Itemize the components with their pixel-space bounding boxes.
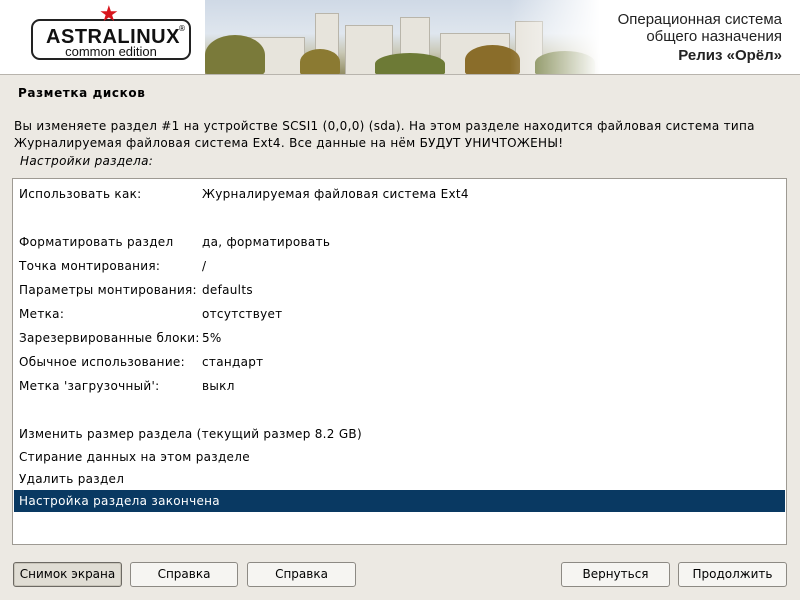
- list-item-bootable-flag[interactable]: Метка 'загрузочный': выкл: [14, 375, 785, 397]
- help-button[interactable]: Справка: [130, 562, 238, 587]
- list-item-mount-options[interactable]: Параметры монтирования: defaults: [14, 279, 785, 301]
- list-item-delete-partition[interactable]: Удалить раздел: [14, 468, 785, 490]
- page-title: Разметка дисков: [18, 86, 146, 100]
- list-item-label: Стирание данных на этом разделе: [19, 450, 250, 464]
- header-banner: ASTRALINUX ® common edition ★ Операционн…: [0, 0, 800, 75]
- list-item-value: Журналируемая файловая система Ext4: [202, 187, 469, 201]
- back-button[interactable]: Вернуться: [561, 562, 670, 587]
- list-item-label: Параметры монтирования:: [19, 283, 197, 297]
- description: Вы изменяете раздел #1 на устройстве SCS…: [14, 118, 789, 152]
- list-item-value: да, форматировать: [202, 235, 331, 249]
- list-item-reserved-blocks[interactable]: Зарезервированные блоки: 5%: [14, 327, 785, 349]
- list-item-mount-point[interactable]: Точка монтирования: /: [14, 255, 785, 277]
- list-item-label: Настройка раздела закончена: [19, 494, 220, 508]
- list-item-label: Обычное использование:: [19, 355, 185, 369]
- description-line-1: Вы изменяете раздел #1 на устройстве SCS…: [14, 119, 755, 133]
- list-item-label: Форматировать раздел: [19, 235, 174, 249]
- list-item-label: Использовать как:: [19, 187, 142, 201]
- screenshot-button[interactable]: Снимок экрана: [13, 562, 122, 587]
- logo-registered-mark: ®: [178, 24, 186, 33]
- release-info: Операционная система общего назначения Р…: [618, 11, 782, 64]
- list-item-label: Изменить размер раздела (текущий размер …: [19, 427, 362, 441]
- list-item-use-as[interactable]: Использовать как: Журналируемая файловая …: [14, 183, 785, 205]
- astralinux-logo: ASTRALINUX ® common edition ★: [0, 0, 205, 74]
- os-name-line1: Операционная система: [617, 11, 782, 28]
- help-button-secondary[interactable]: Справка: [247, 562, 356, 587]
- list-item-label: Удалить раздел: [19, 472, 125, 486]
- list-item-format[interactable]: Форматировать раздел да, форматировать: [14, 231, 785, 253]
- description-line-2: Журналируемая файловая система Ext4. Все…: [14, 136, 564, 150]
- logo-edition: common edition: [65, 44, 157, 59]
- release-name: Релиз «Орёл»: [678, 47, 782, 64]
- list-item-value: /: [202, 259, 207, 273]
- list-item-typical-usage[interactable]: Обычное использование: стандарт: [14, 351, 785, 373]
- red-star-icon: ★: [99, 2, 119, 27]
- list-item-erase-data[interactable]: Стирание данных на этом разделе: [14, 446, 785, 468]
- list-item-label-field[interactable]: Метка: отсутствует: [14, 303, 785, 325]
- partition-settings-list[interactable]: Использовать как: Журналируемая файловая …: [12, 178, 787, 545]
- list-item-label: Зарезервированные блоки:: [19, 331, 200, 345]
- city-photo: [205, 0, 600, 74]
- continue-button[interactable]: Продолжить: [678, 562, 787, 587]
- list-item-label: Метка:: [19, 307, 65, 321]
- list-item-label: Точка монтирования:: [19, 259, 161, 273]
- list-item-value: 5%: [202, 331, 222, 345]
- list-item-value: выкл: [202, 379, 235, 393]
- list-item-value: стандарт: [202, 355, 264, 369]
- list-item-done-setting-up[interactable]: Настройка раздела закончена: [14, 490, 785, 512]
- list-item-value: отсутствует: [202, 307, 283, 321]
- os-name-line2: общего назначения: [646, 28, 782, 45]
- settings-label: Настройки раздела:: [20, 154, 154, 168]
- list-item-resize-partition[interactable]: Изменить размер раздела (текущий размер …: [14, 423, 785, 445]
- list-item-value: defaults: [202, 283, 253, 297]
- list-item-label: Метка 'загрузочный':: [19, 379, 160, 393]
